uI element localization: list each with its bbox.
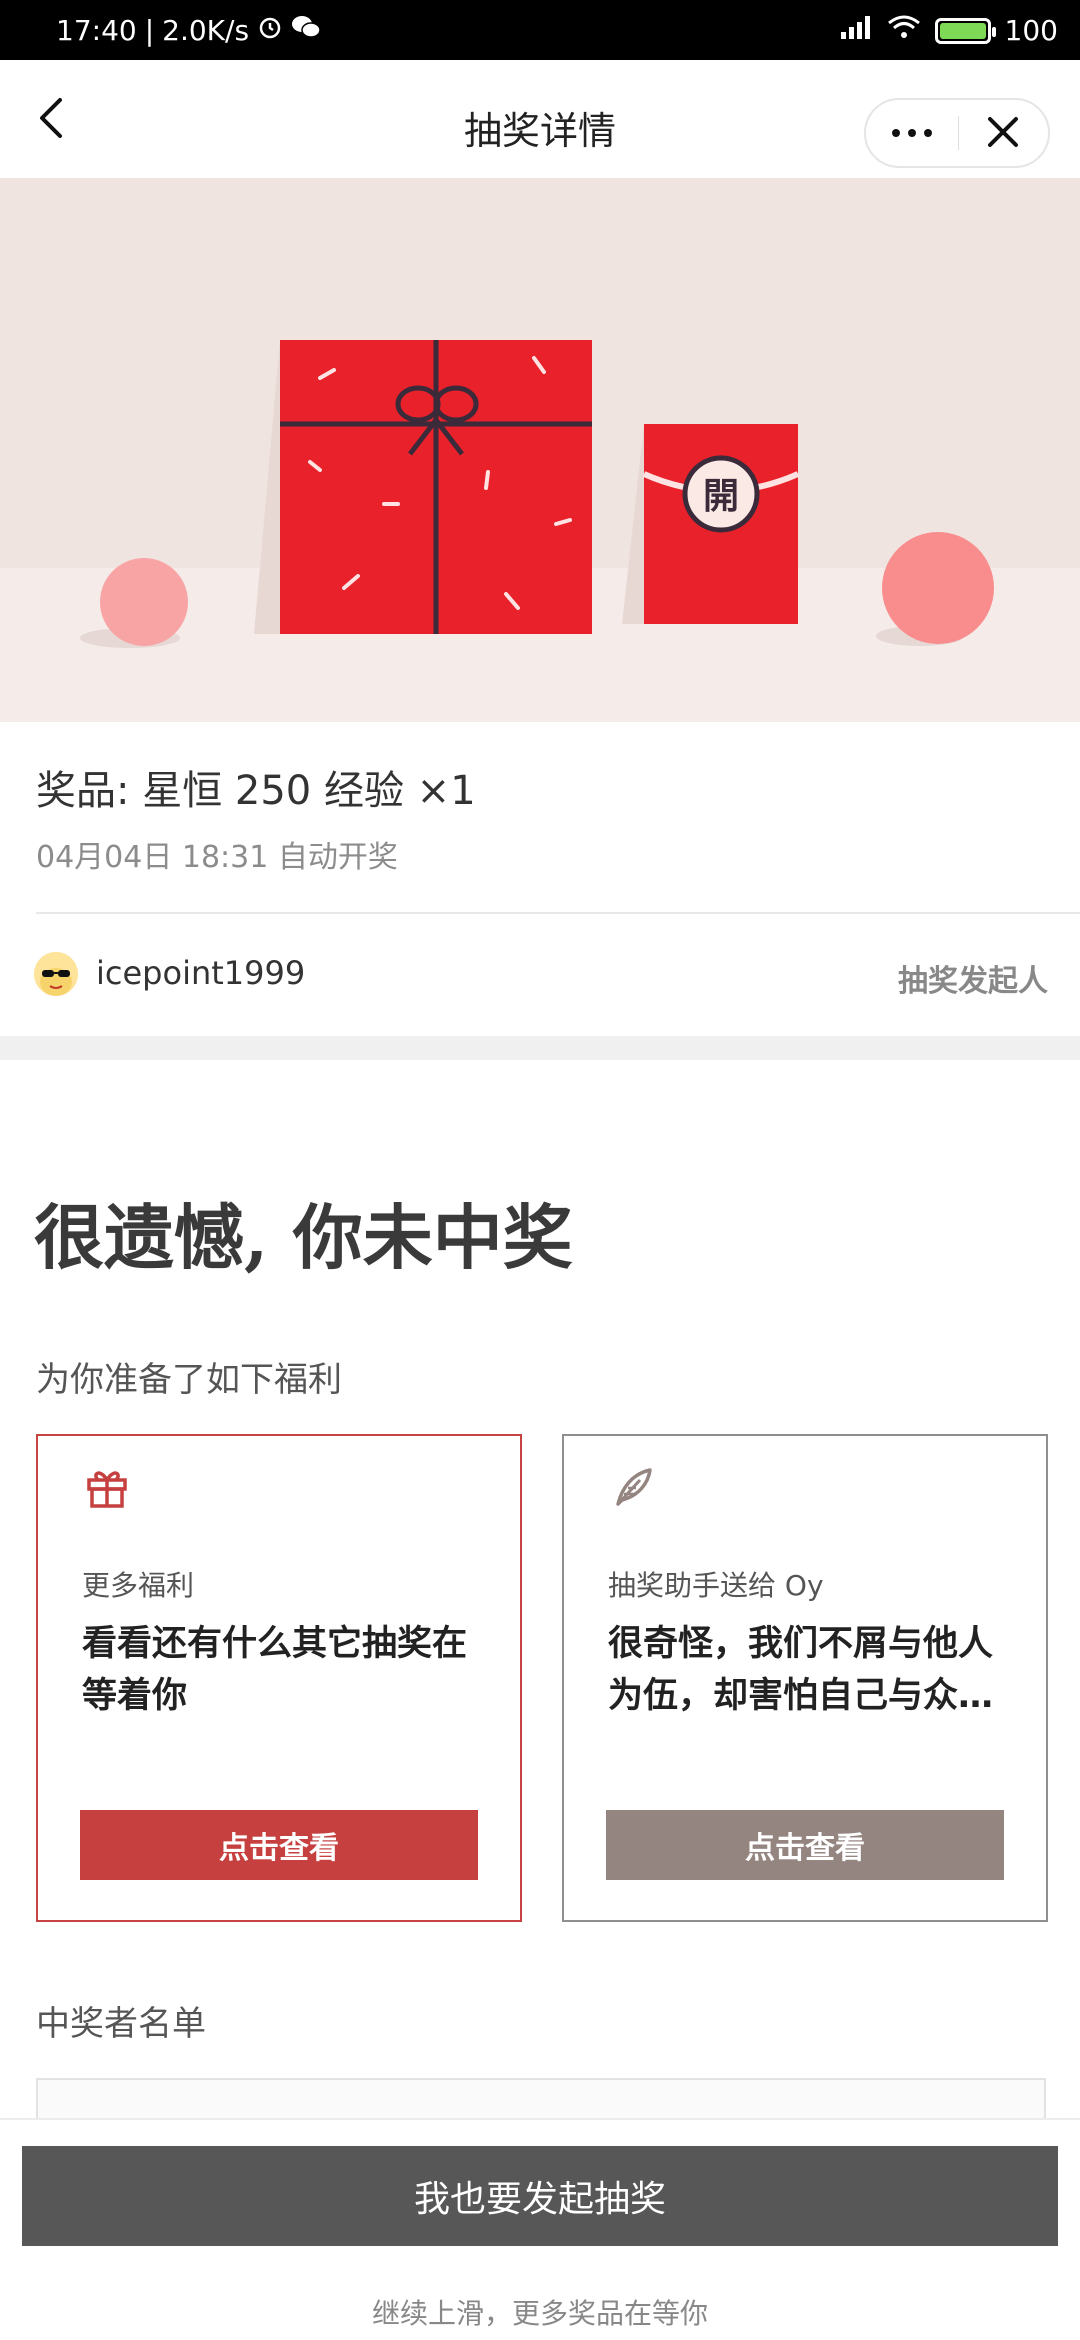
more-options-icon[interactable] bbox=[866, 100, 958, 166]
initiator-username[interactable]: icepoint1999 bbox=[96, 954, 305, 992]
winners-list-label: 中奖者名单 bbox=[36, 2004, 206, 2044]
view-more-button[interactable]: 点击查看 bbox=[80, 1810, 478, 1880]
avatar[interactable] bbox=[34, 952, 78, 996]
view-gift-button[interactable]: 点击查看 bbox=[606, 1810, 1004, 1880]
more-benefits-card[interactable]: 更多福利 看看还有什么其它抽奖在等着你 点击查看 bbox=[36, 1434, 522, 1922]
status-separator: | bbox=[144, 14, 155, 47]
assistant-gift-card[interactable]: 抽奖助手送给 Oy 很奇怪，我们不屑与他人为伍，却害怕自己与众… 点击查看 bbox=[562, 1434, 1048, 1922]
status-time: 17:40 bbox=[56, 14, 137, 47]
wifi-icon bbox=[887, 14, 921, 47]
alarm-icon bbox=[257, 14, 283, 47]
wechat-icon bbox=[291, 14, 321, 47]
right-ball bbox=[882, 532, 994, 644]
network-speed: 2.0K/s bbox=[162, 14, 250, 47]
close-icon[interactable] bbox=[960, 100, 1050, 166]
banner-illustration: 開 bbox=[80, 340, 994, 648]
scroll-hint: 继续上滑，更多奖品在等你 bbox=[371, 2297, 708, 2330]
status-right: 100 bbox=[839, 14, 1058, 47]
prize-title: 奖品: 星恒 250 经验 ×1 bbox=[36, 768, 476, 814]
card-text: 看看还有什么其它抽奖在等着你 bbox=[82, 1624, 468, 1716]
capsule-divider bbox=[958, 116, 959, 150]
gift-icon bbox=[84, 1464, 130, 1510]
svg-text:開: 開 bbox=[703, 475, 739, 517]
bottom-bar: 我也要发起抽奖 继续上滑，更多奖品在等你 bbox=[0, 2118, 1080, 2340]
left-ball bbox=[100, 558, 188, 646]
card-tag: 更多福利 bbox=[82, 1569, 195, 1602]
draw-time: 04月04日 18:31 自动开奖 bbox=[36, 840, 398, 875]
card-text: 很奇怪，我们不屑与他人为伍，却害怕自己与众… bbox=[608, 1624, 994, 1716]
initiator-role-label: 抽奖发起人 bbox=[898, 964, 1048, 999]
battery-level: 100 bbox=[1004, 14, 1058, 47]
signal-icon bbox=[839, 14, 873, 47]
initiator-row[interactable]: icepoint1999 抽奖发起人 bbox=[0, 914, 1080, 1036]
mini-program-capsule bbox=[864, 98, 1050, 168]
nav-bar: 抽奖详情 bbox=[0, 60, 1080, 178]
battery-icon bbox=[934, 17, 996, 44]
result-title: 很遗憾, 你未中奖 bbox=[34, 1196, 573, 1279]
benefit-label: 为你准备了如下福利 bbox=[36, 1360, 342, 1400]
section-gap bbox=[0, 1036, 1080, 1060]
launch-lottery-button[interactable]: 我也要发起抽奖 bbox=[22, 2146, 1058, 2246]
status-left: 17:40 | 2.0K/s bbox=[56, 14, 321, 47]
prize-banner: 開 bbox=[0, 178, 1080, 722]
card-tag: 抽奖助手送给 Oy bbox=[608, 1569, 824, 1602]
status-bar: 17:40 | 2.0K/s 100 bbox=[0, 0, 1080, 60]
feather-icon bbox=[610, 1464, 656, 1510]
